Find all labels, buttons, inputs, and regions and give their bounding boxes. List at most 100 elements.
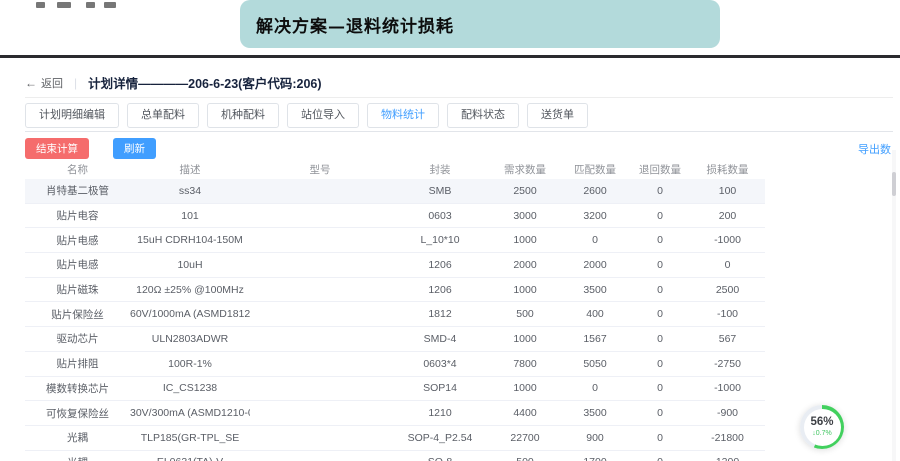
- cell-desc: 100R-1%: [130, 351, 250, 376]
- cell-desc: 10uH: [130, 253, 250, 278]
- cell-return: 0: [630, 253, 690, 278]
- table-row: 贴片排阻100R-1%0603*4780050500-2750: [25, 351, 765, 376]
- cell-match: 400: [560, 302, 630, 327]
- cell-return: 0: [630, 302, 690, 327]
- table-row: 驱动芯片ULN2803ADWRSMD-4100015670567: [25, 327, 765, 352]
- column-header-model: 型号: [250, 160, 390, 179]
- cell-match: 900: [560, 425, 630, 450]
- title-banner: 解决方案—退料统计损耗: [240, 0, 720, 48]
- cell-name: 模数转换芯片: [25, 376, 130, 401]
- cell-desc: 120Ω ±25% @100MHz: [130, 277, 250, 302]
- browser-remnant-mark: [104, 2, 116, 8]
- cell-demand: 1000: [490, 228, 560, 253]
- column-header-match: 匹配数量: [560, 160, 630, 179]
- cell-loss: -1000: [690, 376, 765, 401]
- tab-total-batching[interactable]: 总单配料: [127, 103, 199, 128]
- cell-model: [250, 179, 390, 203]
- cell-name: 贴片排阻: [25, 351, 130, 376]
- cell-demand: 2500: [490, 179, 560, 203]
- cell-desc: EL0631(TA)-V: [130, 450, 250, 461]
- cell-name: 驱动芯片: [25, 327, 130, 352]
- progress-value: 56%: [810, 417, 833, 429]
- tab-material-stats[interactable]: 物料统计: [367, 103, 439, 128]
- tab-bar: 计划明细编辑总单配料机种配料站位导入物料统计配料状态送货单: [25, 103, 893, 132]
- table-row: 贴片电感10uH12062000200000: [25, 253, 765, 278]
- back-button[interactable]: ← 返回: [25, 75, 63, 91]
- cell-loss: -100: [690, 302, 765, 327]
- column-header-loss: 损耗数量: [690, 160, 765, 179]
- tab-plan-detail-edit[interactable]: 计划明细编辑: [25, 103, 119, 128]
- cell-loss: -1000: [690, 228, 765, 253]
- tab-station-import[interactable]: 站位导入: [287, 103, 359, 128]
- cell-return: 0: [630, 277, 690, 302]
- cell-name: 贴片电感: [25, 228, 130, 253]
- table-row: 可恢复保险丝30V/300mA (ASMD1210-050-24V)121044…: [25, 401, 765, 426]
- table-header-row: 名称描述型号封装需求数量匹配数量退回数量损耗数量: [25, 160, 765, 179]
- cell-model: [250, 401, 390, 426]
- cell-match: 0: [560, 376, 630, 401]
- table-row: 光耦EL0631(TA)-VSO-8500170001200: [25, 450, 765, 461]
- tab-delivery-note[interactable]: 送货单: [527, 103, 588, 128]
- scrollbar-track[interactable]: [892, 150, 896, 461]
- content-card: ← 返回 | 计划详情————206-6-23(客户代码:206) 计划明细编辑…: [25, 68, 893, 461]
- cell-match: 3500: [560, 401, 630, 426]
- progress-ring: 56% ↓0.7%: [800, 405, 844, 449]
- cell-return: 0: [630, 425, 690, 450]
- cell-return: 0: [630, 228, 690, 253]
- top-divider: [0, 55, 900, 58]
- back-label: 返回: [41, 75, 63, 91]
- cell-desc: 15uH CDRH104-150M: [130, 228, 250, 253]
- table-row: 贴片保险丝60V/1000mA (ASMD1812-110-33V)181250…: [25, 302, 765, 327]
- cell-demand: 500: [490, 302, 560, 327]
- cell-model: [250, 425, 390, 450]
- cell-match: 3500: [560, 277, 630, 302]
- cell-name: 肖特基二极管: [25, 179, 130, 203]
- cell-return: 0: [630, 327, 690, 352]
- page: 解决方案—退料统计损耗 ← 返回 | 计划详情————206-6-23(客户代码…: [0, 0, 900, 461]
- cell-model: [250, 253, 390, 278]
- cell-package: SOP14: [390, 376, 490, 401]
- cell-loss: 2500: [690, 277, 765, 302]
- cell-model: [250, 351, 390, 376]
- cell-return: 0: [630, 401, 690, 426]
- cell-package: 1206: [390, 253, 490, 278]
- browser-remnant-mark: [57, 2, 71, 8]
- table-row: 肖特基二极管ss34SMB250026000100: [25, 179, 765, 203]
- cell-desc: 60V/1000mA (ASMD1812-110-33V): [130, 302, 250, 327]
- material-stats-table: 名称描述型号封装需求数量匹配数量退回数量损耗数量 肖特基二极管ss34SMB25…: [25, 160, 765, 461]
- cell-return: 0: [630, 203, 690, 228]
- cell-match: 2000: [560, 253, 630, 278]
- tab-model-batching[interactable]: 机种配料: [207, 103, 279, 128]
- cell-match: 0: [560, 228, 630, 253]
- progress-delta: ↓0.7%: [812, 430, 831, 437]
- cell-package: L_10*10: [390, 228, 490, 253]
- cell-loss: 100: [690, 179, 765, 203]
- cell-model: [250, 302, 390, 327]
- cell-loss: 0: [690, 253, 765, 278]
- cell-desc: 101: [130, 203, 250, 228]
- cell-package: SMB: [390, 179, 490, 203]
- cell-desc: 30V/300mA (ASMD1210-050-24V): [130, 401, 250, 426]
- cell-package: 1210: [390, 401, 490, 426]
- export-link[interactable]: 导出数: [858, 141, 891, 157]
- progress-ring-inner: 56% ↓0.7%: [804, 409, 841, 446]
- column-header-package: 封装: [390, 160, 490, 179]
- cell-return: 0: [630, 376, 690, 401]
- cell-return: 0: [630, 351, 690, 376]
- cell-demand: 1000: [490, 327, 560, 352]
- cell-match: 2600: [560, 179, 630, 203]
- scrollbar-thumb[interactable]: [892, 172, 896, 196]
- tab-batching-status[interactable]: 配料状态: [447, 103, 519, 128]
- cell-match: 5050: [560, 351, 630, 376]
- table-row: 模数转换芯片IC_CS1238SOP14100000-1000: [25, 376, 765, 401]
- cell-demand: 22700: [490, 425, 560, 450]
- refresh-button[interactable]: 刷新: [113, 138, 156, 159]
- cell-package: SOP-4_P2.54: [390, 425, 490, 450]
- end-calc-button[interactable]: 结束计算: [25, 138, 89, 159]
- browser-remnant-mark: [86, 2, 95, 8]
- cell-model: [250, 277, 390, 302]
- cell-loss: -2750: [690, 351, 765, 376]
- cell-name: 贴片磁珠: [25, 277, 130, 302]
- cell-desc: ss34: [130, 179, 250, 203]
- cell-demand: 500: [490, 450, 560, 461]
